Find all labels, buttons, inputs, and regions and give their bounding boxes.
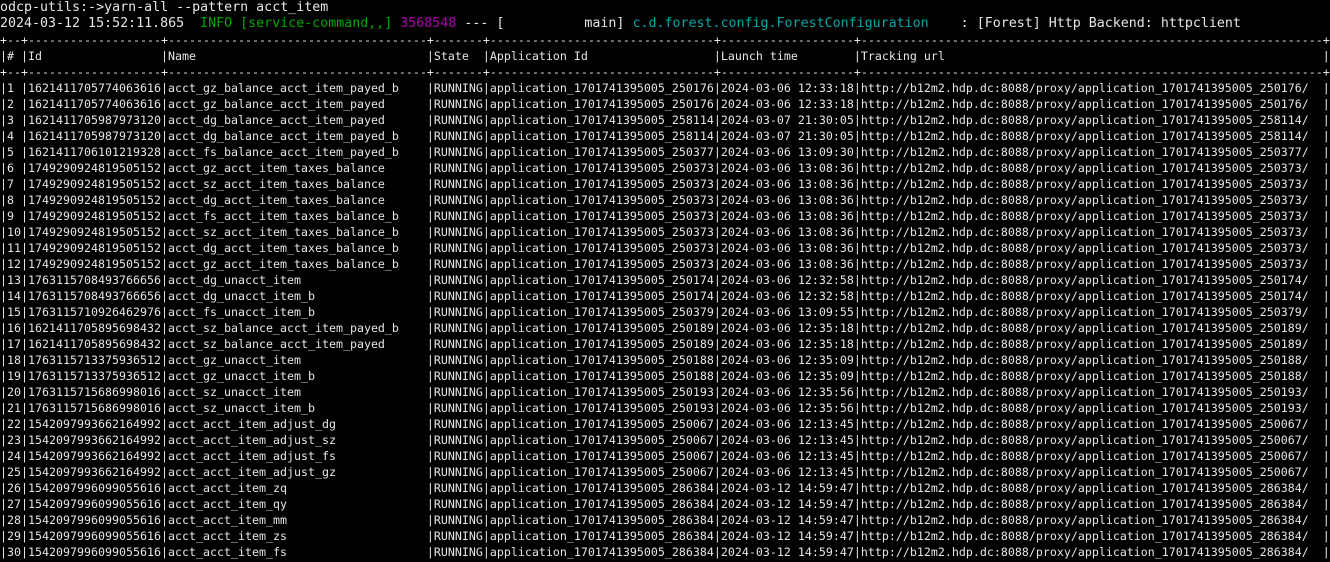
table-row: |11|1749290924819505152|acct_dg_acct_ite… (0, 240, 1330, 256)
table-row: |14|1763115708493766656|acct_dg_unacct_i… (0, 288, 1330, 304)
table-row: |25|1542097993662164992|acct_acct_item_a… (0, 464, 1330, 480)
table-row: |18|1763115713375936512|acct_gz_unacct_i… (0, 352, 1330, 368)
log-segment-fg: : [Forest] Http Backend: httpclient (929, 16, 1241, 31)
table-row: |17|1621411705895698432|acct_sz_balance_… (0, 336, 1330, 352)
table-row: |8 |1749290924819505152|acct_dg_acct_ite… (0, 192, 1330, 208)
log-line: 2024-03-12 15:52:11.865 INFO [service-co… (0, 16, 1330, 32)
table-border: +--+-------------------+----------------… (0, 32, 1330, 48)
shell-command: yarn-all --pattern acct_item (104, 0, 328, 15)
table-row: |5 |1621411706101219328|acct_fs_balance_… (0, 144, 1330, 160)
table-row: |10|1749290924819505152|acct_sz_acct_ite… (0, 224, 1330, 240)
command-line: odcp-utils:->yarn-all --pattern acct_ite… (0, 0, 1330, 16)
table-row: |19|1763115713375936512|acct_gz_unacct_i… (0, 368, 1330, 384)
yarn-applications-table: +--+-------------------+----------------… (0, 32, 1330, 562)
log-segment-cyan: c.d.forest.config.ForestConfiguration (632, 16, 928, 31)
table-row: |16|1621411705895698432|acct_sz_balance_… (0, 320, 1330, 336)
table-row: |1 |1621411705774063616|acct_gz_balance_… (0, 80, 1330, 96)
table-row: |24|1542097993662164992|acct_acct_item_a… (0, 448, 1330, 464)
table-row: |27|1542097996099055616|acct_acct_item_q… (0, 496, 1330, 512)
table-row: |23|1542097993662164992|acct_acct_item_a… (0, 432, 1330, 448)
table-row: |22|1542097993662164992|acct_acct_item_a… (0, 416, 1330, 432)
log-segment-fg: 2024-03-12 15:52:11.865 (0, 16, 200, 31)
table-row: |4 |1621411705987973120|acct_dg_balance_… (0, 128, 1330, 144)
log-segment-fg: --- [ main] (456, 16, 632, 31)
table-row: |3 |1621411705987973120|acct_dg_balance_… (0, 112, 1330, 128)
table-row: |6 |1749290924819505152|acct_gz_acct_ite… (0, 160, 1330, 176)
table-row: |2 |1621411705774063616|acct_gz_balance_… (0, 96, 1330, 112)
table-row: |21|1763115715686998016|acct_sz_unacct_i… (0, 400, 1330, 416)
table-row: |26|1542097996099055616|acct_acct_item_z… (0, 480, 1330, 496)
shell-prompt: odcp-utils:-> (0, 0, 104, 15)
table-row: |7 |1749290924819505152|acct_sz_acct_ite… (0, 176, 1330, 192)
table-row: |29|1542097996099055616|acct_acct_item_z… (0, 528, 1330, 544)
table-header-row: |# |Id |Name |State |Application Id |Lau… (0, 48, 1330, 64)
table-row: |13|1763115708493766656|acct_dg_unacct_i… (0, 272, 1330, 288)
table-row: |9 |1749290924819505152|acct_fs_acct_ite… (0, 208, 1330, 224)
table-row: |15|1763115710926462976|acct_fs_unacct_i… (0, 304, 1330, 320)
table-row: |12|1749290924819505152|acct_gz_acct_ite… (0, 256, 1330, 272)
table-border: +--+-------------------+----------------… (0, 64, 1330, 80)
table-row: |30|1542097996099055616|acct_acct_item_f… (0, 544, 1330, 560)
log-segment-magenta: 3568548 (400, 16, 456, 31)
table-row: |28|1542097996099055616|acct_acct_item_m… (0, 512, 1330, 528)
table-row: |20|1763115715686998016|acct_sz_unacct_i… (0, 384, 1330, 400)
log-segment-green: INFO [service-command,,] (200, 16, 400, 31)
terminal-screen[interactable]: odcp-utils:->yarn-all --pattern acct_ite… (0, 0, 1330, 562)
